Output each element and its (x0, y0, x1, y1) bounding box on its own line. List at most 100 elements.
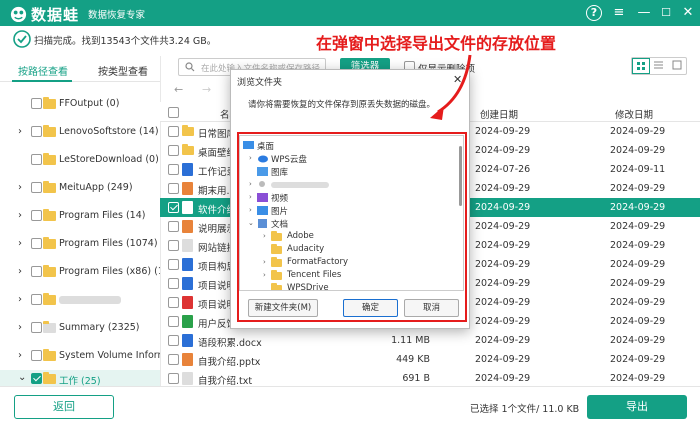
checkbox[interactable] (168, 259, 179, 270)
modified-date: 2024-09-29 (610, 335, 666, 346)
word-file-icon (182, 258, 193, 271)
tree-item[interactable]: › System Volume Informati (0, 342, 160, 370)
checkbox[interactable] (168, 183, 179, 194)
created-date: 2024-09-29 (475, 316, 531, 327)
checkbox[interactable] (31, 154, 42, 165)
back-arrow-icon[interactable]: ← (174, 83, 183, 96)
checkbox[interactable] (31, 126, 42, 137)
word-file-icon (182, 201, 193, 214)
checkbox[interactable] (168, 126, 179, 137)
checkbox[interactable] (168, 145, 179, 156)
blurred-label (59, 296, 121, 304)
checkbox[interactable] (31, 238, 42, 249)
checkbox[interactable] (168, 373, 179, 384)
folder-icon (43, 265, 56, 277)
grid-view-icon[interactable] (632, 58, 650, 74)
tree-item[interactable]: › Program Files (14) (0, 202, 160, 230)
chevron-down-icon[interactable]: ⌄ (18, 372, 26, 383)
checkbox[interactable] (168, 278, 179, 289)
tree-item[interactable]: › Summary (2325) (0, 314, 160, 342)
tree-item-label: LeStoreDownload (0) (59, 154, 159, 165)
created-date: 2024-09-29 (475, 126, 531, 137)
tree-item[interactable]: LeStoreDownload (0) (0, 146, 160, 174)
tab-by-type[interactable]: 按类型查看 (98, 63, 148, 78)
checkbox[interactable] (31, 294, 42, 305)
checkbox[interactable] (31, 266, 42, 277)
chevron-right-icon[interactable]: › (18, 210, 22, 221)
tree-item[interactable]: FFOutput (0) (0, 90, 160, 118)
chevron-right-icon[interactable]: › (18, 294, 22, 305)
tree-item-label: LenovoSoftstore (14) (59, 126, 159, 137)
title-bar: 数据蛙 数据恢复专家 ? ≡ — ☐ ✕ (0, 0, 700, 26)
tree-item[interactable]: › Program Files (x86) (1976 (0, 258, 160, 286)
detail-view-icon[interactable] (669, 58, 687, 74)
chevron-right-icon[interactable]: › (18, 350, 22, 361)
created-date: 2024-09-29 (475, 297, 531, 308)
checkbox[interactable] (31, 182, 42, 193)
created-date: 2024-09-29 (475, 354, 531, 365)
checkbox[interactable] (31, 350, 42, 361)
file-row[interactable]: 语段积累.docx 1.11 MB 2024-09-29 2024-09-29 (160, 331, 700, 350)
file-size: 1.11 MB (391, 335, 430, 346)
select-all-checkbox[interactable] (168, 107, 179, 118)
created-date: 2024-09-29 (475, 202, 531, 213)
tree-item-label: System Volume Informati (59, 350, 160, 361)
created-date: 2024-09-29 (475, 373, 531, 384)
tree-item-label: Program Files (x86) (1976 (59, 266, 160, 277)
text-file-icon (182, 372, 193, 385)
checkbox[interactable] (168, 354, 179, 365)
annotation-arrow-icon (430, 54, 472, 120)
folder-icon (43, 293, 56, 305)
file-name: 语段积累.docx (198, 338, 262, 349)
column-created[interactable]: 创建日期 (480, 107, 518, 121)
checkbox[interactable] (168, 316, 179, 327)
tree-item[interactable]: › MeituApp (249) (0, 174, 160, 202)
ppt-file-icon (182, 182, 193, 195)
menu-icon[interactable]: ≡ (609, 3, 629, 23)
forward-arrow-icon[interactable]: → (202, 83, 211, 96)
checkbox[interactable] (168, 164, 179, 175)
tree-item[interactable]: › LenovoSoftstore (14) (0, 118, 160, 146)
text-file-icon (182, 239, 193, 252)
checkbox[interactable] (31, 373, 42, 384)
help-icon[interactable]: ? (586, 5, 602, 21)
tab-by-path[interactable]: 按路径查看 (18, 63, 68, 78)
checkbox[interactable] (168, 221, 179, 232)
close-button[interactable]: ✕ (678, 3, 698, 23)
tree-item-selected[interactable]: ⌄ 工作 (25) (0, 370, 160, 387)
modified-date: 2024-09-29 (610, 373, 666, 384)
column-modified[interactable]: 修改日期 (615, 107, 653, 121)
chevron-right-icon[interactable]: › (18, 238, 22, 249)
minimize-button[interactable]: — (634, 3, 654, 23)
chevron-right-icon[interactable]: › (18, 266, 22, 277)
modified-date: 2024-09-29 (610, 354, 666, 365)
modified-date: 2024-09-29 (610, 240, 666, 251)
scan-status-text: 扫描完成。找到13543个文件共3.24 GB。 (34, 36, 217, 47)
file-row[interactable]: 自我介绍.pptx 449 KB 2024-09-29 2024-09-29 (160, 350, 700, 369)
tree-item[interactable]: › (0, 286, 160, 314)
back-button[interactable]: 返回 (14, 395, 114, 419)
checkbox[interactable] (168, 240, 179, 251)
maximize-button[interactable]: ☐ (656, 3, 676, 23)
search-icon (185, 62, 195, 72)
created-date: 2024-09-29 (475, 259, 531, 270)
modified-date: 2024-09-29 (610, 278, 666, 289)
system-folder-icon (43, 321, 56, 333)
tree-item[interactable]: › Program Files (1074) (0, 230, 160, 258)
created-date: 2024-07-26 (475, 164, 531, 175)
list-view-icon[interactable] (650, 58, 668, 74)
selection-info: 已选择 1个文件/ 11.0 KB (470, 404, 580, 415)
chevron-right-icon[interactable]: › (18, 322, 22, 333)
checkbox[interactable] (168, 202, 179, 213)
created-date: 2024-09-29 (475, 183, 531, 194)
checkbox[interactable] (168, 297, 179, 308)
chevron-right-icon[interactable]: › (18, 182, 22, 193)
folder-icon (43, 153, 56, 165)
export-button[interactable]: 导出 (587, 395, 687, 419)
word-file-icon (182, 277, 193, 290)
checkbox[interactable] (31, 322, 42, 333)
checkbox[interactable] (31, 210, 42, 221)
chevron-right-icon[interactable]: › (18, 126, 22, 137)
checkbox[interactable] (31, 98, 42, 109)
checkbox[interactable] (168, 335, 179, 346)
